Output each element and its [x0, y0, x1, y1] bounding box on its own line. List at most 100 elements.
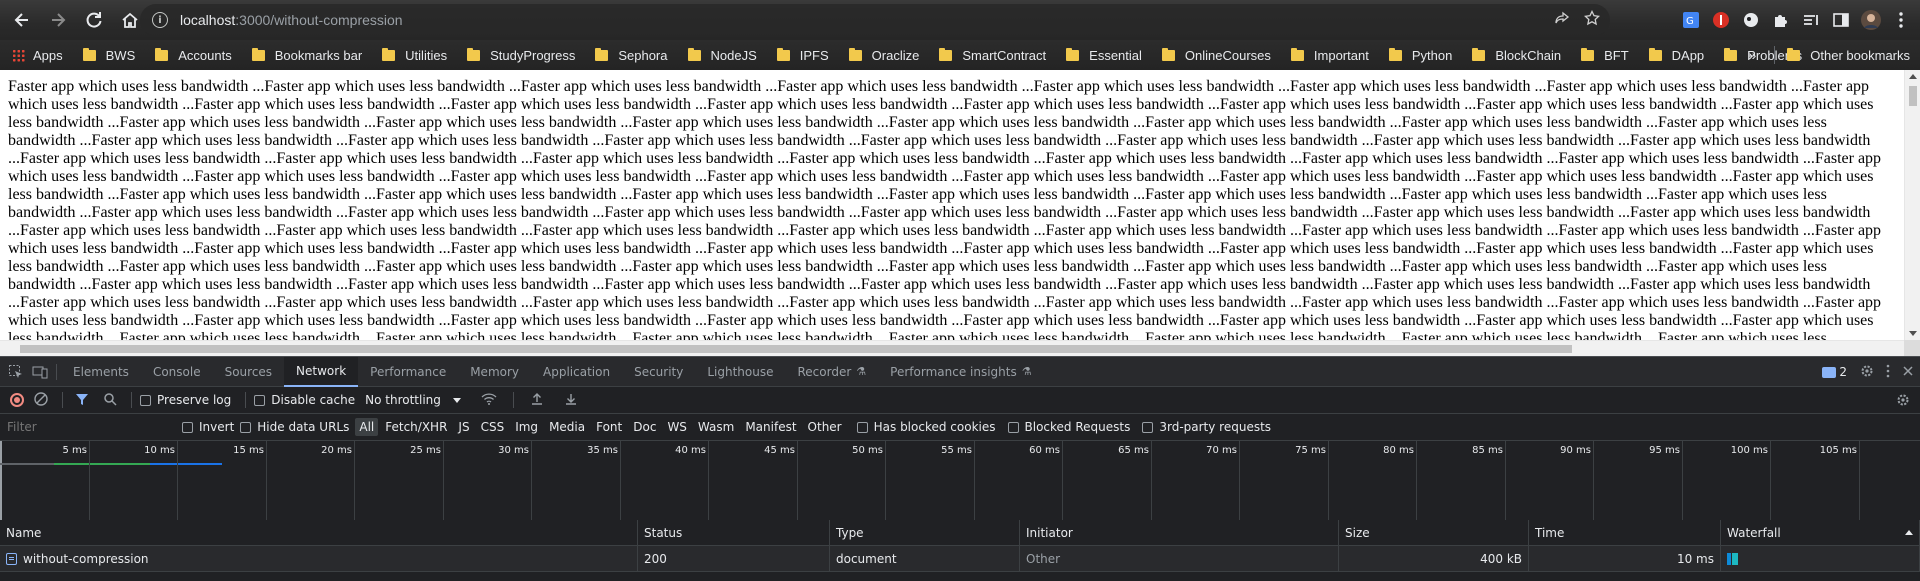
bookmark-folder[interactable]: Python [1388, 47, 1452, 63]
column-header-waterfall[interactable]: Waterfall [1721, 519, 1920, 546]
tab-security[interactable]: Security [622, 357, 695, 387]
checkbox-box[interactable] [140, 394, 151, 406]
type-filter-other[interactable]: Other [804, 418, 846, 436]
wallet-extension-icon[interactable] [1738, 7, 1764, 33]
horizontal-scroll-thumb[interactable] [20, 345, 1572, 353]
devtools-settings-gear-icon[interactable] [1860, 364, 1874, 381]
inspect-element-icon[interactable] [4, 360, 28, 384]
tab-elements[interactable]: Elements [61, 357, 141, 387]
sort-ascending-icon[interactable] [1905, 530, 1913, 535]
tab-recorder[interactable]: Recorder ⚗ [786, 357, 879, 387]
cell-name[interactable]: without-compression [0, 545, 638, 572]
type-filter-all[interactable]: All [355, 418, 379, 436]
horizontal-scrollbar[interactable] [0, 340, 1904, 356]
column-header-status[interactable]: Status [638, 519, 830, 546]
checkbox-box[interactable] [182, 421, 193, 433]
tab-performance[interactable]: Performance [358, 357, 458, 387]
url-text[interactable]: localhost:3000/without-compression [180, 12, 403, 28]
issues-counter[interactable]: 2 [1821, 364, 1848, 380]
filter-input[interactable] [4, 417, 174, 437]
hide-data-urls-checkbox[interactable]: Hide data URLs [240, 420, 349, 434]
bookmark-folder[interactable]: Utilities [382, 47, 447, 63]
bookmark-folder[interactable]: OnlineCourses [1161, 47, 1271, 63]
site-info-icon[interactable]: i [152, 12, 168, 28]
address-bar[interactable]: i localhost:3000/without-compression [140, 4, 1610, 36]
side-panel-icon[interactable] [1828, 7, 1854, 33]
invert-checkbox[interactable]: Invert [182, 420, 234, 434]
forward-icon[interactable] [40, 2, 76, 38]
third-party-requests-checkbox[interactable]: 3rd-party requests [1142, 420, 1271, 434]
reload-icon[interactable] [76, 2, 112, 38]
bookmark-folder[interactable]: Bookmarks bar [251, 47, 362, 63]
bookmark-folder[interactable]: DApp [1648, 47, 1704, 63]
profile-avatar[interactable] [1858, 7, 1884, 33]
type-filter-font[interactable]: Font [592, 418, 626, 436]
share-icon[interactable] [1554, 10, 1570, 29]
devtools-close-icon[interactable] [1902, 365, 1914, 380]
preserve-log-checkbox[interactable]: Preserve log [140, 393, 231, 407]
blocked-requests-checkbox[interactable]: Blocked Requests [1007, 420, 1130, 434]
checkbox-box[interactable] [254, 394, 266, 406]
type-filter-doc[interactable]: Doc [629, 418, 660, 436]
bookmark-folder[interactable]: Important [1290, 47, 1369, 63]
tab-memory[interactable]: Memory [458, 357, 531, 387]
tab-application[interactable]: Application [531, 357, 622, 387]
tab-performance-insights[interactable]: Performance insights ⚗ [878, 357, 1043, 387]
back-icon[interactable] [4, 2, 40, 38]
checkbox-box[interactable] [1142, 421, 1154, 433]
tab-console[interactable]: Console [141, 357, 213, 387]
network-conditions-wifi-icon[interactable] [481, 392, 497, 409]
type-filter-ws[interactable]: WS [663, 418, 690, 436]
reading-list-icon[interactable] [1798, 7, 1824, 33]
column-header-size[interactable]: Size [1339, 519, 1529, 546]
type-filter-wasm[interactable]: Wasm [694, 418, 738, 436]
type-filter-img[interactable]: Img [511, 418, 542, 436]
bookmark-folder[interactable]: Oraclize [848, 47, 919, 63]
column-header-name[interactable]: Name [0, 519, 638, 546]
has-blocked-cookies-checkbox[interactable]: Has blocked cookies [856, 420, 996, 434]
bookmark-folder[interactable]: IPFS [776, 47, 829, 63]
checkbox-box[interactable] [1007, 421, 1019, 433]
bookmark-star-icon[interactable] [1583, 9, 1601, 29]
type-filter-css[interactable]: CSS [477, 418, 509, 436]
chrome-menu-icon[interactable] [1888, 7, 1914, 33]
disable-cache-checkbox[interactable]: Disable cache [254, 393, 355, 407]
device-toolbar-icon[interactable] [28, 360, 52, 384]
network-overview-timeline[interactable]: 5 ms 10 ms 15 ms 20 ms 25 ms 30 ms 35 ms 40 ms 4… [0, 441, 1920, 521]
bookmark-folder[interactable]: BlockChain [1472, 47, 1561, 63]
record-network-icon[interactable] [10, 393, 24, 407]
scroll-up-arrow-icon[interactable] [1909, 74, 1917, 79]
type-filter-manifest[interactable]: Manifest [741, 418, 800, 436]
checkbox-box[interactable] [856, 421, 868, 433]
devtools-more-menu-icon[interactable] [1886, 364, 1890, 381]
bookmark-folder[interactable]: StudyProgress [467, 47, 575, 63]
bookmark-folder[interactable]: Accounts [155, 47, 232, 63]
apps-shortcut[interactable]: Apps [12, 48, 63, 63]
search-icon[interactable] [103, 392, 117, 409]
type-filter-media[interactable]: Media [545, 418, 589, 436]
throttling-select[interactable]: No throttling [365, 393, 461, 407]
vertical-scroll-thumb[interactable] [1909, 86, 1917, 106]
import-har-icon[interactable] [530, 392, 544, 409]
filter-funnel-icon[interactable] [75, 392, 89, 409]
column-header-time[interactable]: Time [1529, 519, 1721, 546]
tab-lighthouse[interactable]: Lighthouse [695, 357, 785, 387]
scroll-down-arrow-icon[interactable] [1909, 331, 1917, 336]
tab-network[interactable]: Network [284, 356, 359, 387]
adblock-extension-icon[interactable] [1708, 7, 1734, 33]
bookmarks-overflow-chevron-icon[interactable]: » [1749, 47, 1757, 63]
column-header-type[interactable]: Type [830, 519, 1020, 546]
column-header-initiator[interactable]: Initiator [1020, 519, 1339, 546]
bookmark-folder[interactable]: SmartContract [939, 47, 1046, 63]
network-settings-gear-icon[interactable] [1896, 393, 1910, 410]
type-filter-js[interactable]: JS [454, 418, 473, 436]
bookmark-folder[interactable]: BFT [1581, 47, 1629, 63]
bookmark-folder[interactable]: NodeJS [687, 47, 757, 63]
bookmark-folder[interactable]: Essential [1066, 47, 1142, 63]
checkbox-box[interactable] [240, 421, 252, 433]
bookmark-folder[interactable]: Sephora [595, 47, 668, 63]
puzzle-extensions-icon[interactable] [1768, 7, 1794, 33]
table-row[interactable]: without-compression 200 document Other 400 k… [0, 545, 1920, 572]
other-bookmarks-folder[interactable]: Other bookmarks [1787, 47, 1910, 63]
clear-log-icon[interactable] [34, 391, 48, 409]
